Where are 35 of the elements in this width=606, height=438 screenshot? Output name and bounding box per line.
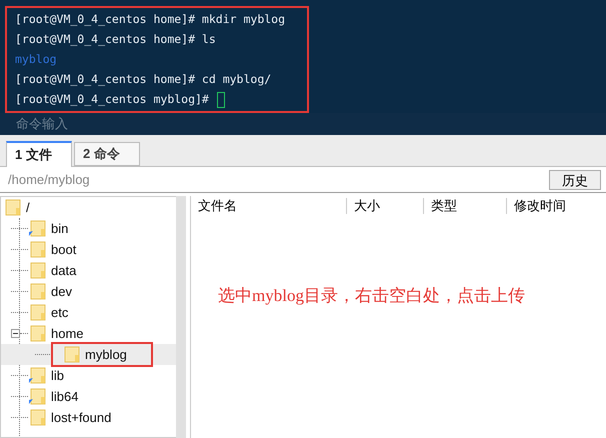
column-header[interactable]: 大小 — [346, 198, 423, 214]
tab[interactable]: 2 命令 — [74, 142, 140, 166]
folder-icon — [29, 283, 47, 300]
collapse-icon[interactable] — [11, 329, 20, 338]
tree-item[interactable]: / — [26, 198, 30, 218]
folder-icon — [29, 325, 47, 342]
folder-icon — [29, 304, 47, 321]
tree-item[interactable]: home — [51, 324, 84, 344]
annotation-text: 选中myblog目录，右击空白处，点击上传 — [218, 285, 525, 307]
terminal-prompt: [root@VM_0_4_centos home]# mkdir myblog — [15, 11, 286, 28]
column-header[interactable]: 类型 — [423, 198, 506, 214]
tree-item[interactable]: etc — [51, 302, 68, 322]
folder-icon — [63, 346, 81, 363]
tree-item[interactable]: bin — [51, 218, 68, 238]
column-header[interactable]: 文件名 — [191, 198, 346, 214]
cursor-icon — [216, 92, 225, 108]
folder-icon — [29, 241, 47, 258]
terminal-prompt: [root@VM_0_4_centos home]# ls — [15, 31, 216, 48]
tree-scrollbar[interactable] — [176, 196, 186, 438]
tree-item[interactable]: data — [51, 260, 76, 280]
tree-item[interactable]: lost+found — [51, 408, 112, 428]
folder-icon — [29, 262, 47, 279]
tree-item[interactable]: lib — [51, 366, 64, 386]
terminal-prompt: [root@VM_0_4_centos home]# cd myblog/ — [15, 71, 272, 88]
history-button[interactable]: 历史 — [549, 170, 601, 190]
tree-item[interactable]: lib64 — [51, 386, 78, 406]
folder-icon — [4, 199, 22, 216]
tree-item[interactable]: dev — [51, 282, 72, 302]
tab[interactable]: 1 文件 — [6, 141, 72, 167]
terminal-output: myblog — [15, 51, 57, 68]
tree-item[interactable]: boot — [51, 240, 76, 260]
path-field[interactable]: /home/myblog — [8, 170, 549, 190]
folder-icon — [29, 409, 47, 426]
terminal-prompt: [root@VM_0_4_centos myblog]# — [15, 91, 209, 108]
column-header[interactable]: 修改时间 — [506, 198, 596, 214]
